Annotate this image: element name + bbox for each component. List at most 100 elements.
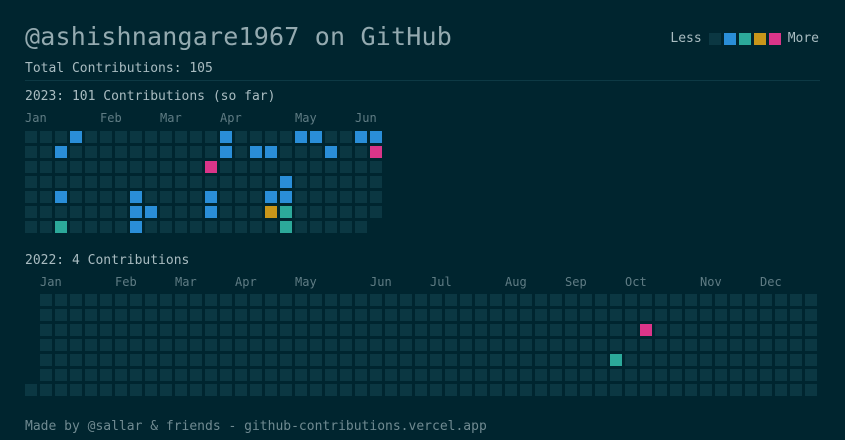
contribution-cell[interactable] — [250, 369, 262, 381]
contribution-cell[interactable] — [505, 339, 517, 351]
contribution-cell[interactable] — [580, 339, 592, 351]
contribution-cell[interactable] — [520, 369, 532, 381]
contribution-cell[interactable] — [205, 294, 217, 306]
contribution-cell[interactable] — [85, 339, 97, 351]
contribution-cell[interactable] — [280, 384, 292, 396]
contribution-cell[interactable] — [325, 369, 337, 381]
contribution-cell[interactable] — [85, 221, 97, 233]
contribution-cell[interactable] — [280, 206, 292, 218]
contribution-cell[interactable] — [190, 221, 202, 233]
contribution-cell[interactable] — [715, 309, 727, 321]
contribution-cell[interactable] — [40, 384, 52, 396]
contribution-cell[interactable] — [220, 354, 232, 366]
contribution-cell[interactable] — [55, 206, 67, 218]
contribution-cell[interactable] — [745, 369, 757, 381]
contribution-cell[interactable] — [730, 324, 742, 336]
contribution-cell[interactable] — [325, 161, 337, 173]
contribution-cell[interactable] — [535, 339, 547, 351]
contribution-cell[interactable] — [625, 354, 637, 366]
contribution-cell[interactable] — [370, 191, 382, 203]
contribution-cell[interactable] — [670, 369, 682, 381]
contribution-cell[interactable] — [175, 221, 187, 233]
contribution-cell[interactable] — [55, 339, 67, 351]
contribution-cell[interactable] — [700, 339, 712, 351]
contribution-cell[interactable] — [85, 146, 97, 158]
contribution-cell[interactable] — [370, 384, 382, 396]
contribution-cell[interactable] — [715, 354, 727, 366]
contribution-cell[interactable] — [250, 176, 262, 188]
contribution-cell[interactable] — [490, 294, 502, 306]
contribution-cell[interactable] — [145, 354, 157, 366]
contribution-cell[interactable] — [265, 354, 277, 366]
contribution-cell[interactable] — [610, 339, 622, 351]
contribution-cell[interactable] — [40, 131, 52, 143]
contribution-cell[interactable] — [445, 384, 457, 396]
contribution-cell[interactable] — [535, 294, 547, 306]
contribution-cell[interactable] — [715, 369, 727, 381]
contribution-cell[interactable] — [100, 191, 112, 203]
contribution-cell[interactable] — [490, 369, 502, 381]
contribution-cell[interactable] — [295, 369, 307, 381]
contribution-cell[interactable] — [280, 191, 292, 203]
contribution-cell[interactable] — [730, 294, 742, 306]
contribution-cell[interactable] — [775, 309, 787, 321]
contribution-cell[interactable] — [190, 384, 202, 396]
contribution-cell[interactable] — [100, 369, 112, 381]
contribution-cell[interactable] — [85, 206, 97, 218]
contribution-cell[interactable] — [805, 324, 817, 336]
contribution-cell[interactable] — [685, 354, 697, 366]
contribution-cell[interactable] — [115, 384, 127, 396]
contribution-cell[interactable] — [205, 339, 217, 351]
contribution-cell[interactable] — [520, 339, 532, 351]
contribution-cell[interactable] — [595, 294, 607, 306]
contribution-cell[interactable] — [805, 339, 817, 351]
contribution-cell[interactable] — [400, 309, 412, 321]
contribution-cell[interactable] — [175, 176, 187, 188]
contribution-cell[interactable] — [805, 384, 817, 396]
contribution-cell[interactable] — [25, 384, 37, 396]
contribution-cell[interactable] — [355, 369, 367, 381]
contribution-cell[interactable] — [70, 191, 82, 203]
contribution-cell[interactable] — [625, 369, 637, 381]
contribution-cell[interactable] — [340, 176, 352, 188]
contribution-cell[interactable] — [295, 206, 307, 218]
contribution-cell[interactable] — [295, 146, 307, 158]
contribution-cell[interactable] — [610, 369, 622, 381]
contribution-cell[interactable] — [40, 294, 52, 306]
contribution-cell[interactable] — [670, 324, 682, 336]
contribution-cell[interactable] — [175, 354, 187, 366]
contribution-cell[interactable] — [250, 161, 262, 173]
contribution-cell[interactable] — [145, 369, 157, 381]
contribution-cell[interactable] — [220, 294, 232, 306]
contribution-cell[interactable] — [310, 206, 322, 218]
contribution-cell[interactable] — [790, 294, 802, 306]
contribution-cell[interactable] — [325, 176, 337, 188]
contribution-cell[interactable] — [520, 309, 532, 321]
contribution-cell[interactable] — [70, 339, 82, 351]
contribution-cell[interactable] — [130, 221, 142, 233]
contribution-cell[interactable] — [340, 191, 352, 203]
contribution-cell[interactable] — [55, 294, 67, 306]
contribution-cell[interactable] — [595, 369, 607, 381]
contribution-cell[interactable] — [430, 339, 442, 351]
contribution-cell[interactable] — [280, 339, 292, 351]
contribution-cell[interactable] — [145, 294, 157, 306]
contribution-cell[interactable] — [55, 161, 67, 173]
contribution-cell[interactable] — [475, 354, 487, 366]
contribution-cell[interactable] — [790, 324, 802, 336]
contribution-cell[interactable] — [175, 131, 187, 143]
contribution-cell[interactable] — [610, 354, 622, 366]
contribution-cell[interactable] — [400, 354, 412, 366]
contribution-cell[interactable] — [370, 294, 382, 306]
contribution-cell[interactable] — [130, 339, 142, 351]
contribution-cell[interactable] — [355, 146, 367, 158]
contribution-cell[interactable] — [730, 354, 742, 366]
contribution-cell[interactable] — [220, 191, 232, 203]
contribution-cell[interactable] — [595, 309, 607, 321]
contribution-cell[interactable] — [430, 354, 442, 366]
contribution-cell[interactable] — [310, 176, 322, 188]
contribution-cell[interactable] — [130, 191, 142, 203]
contribution-cell[interactable] — [55, 354, 67, 366]
contribution-cell[interactable] — [430, 324, 442, 336]
contribution-cell[interactable] — [250, 309, 262, 321]
